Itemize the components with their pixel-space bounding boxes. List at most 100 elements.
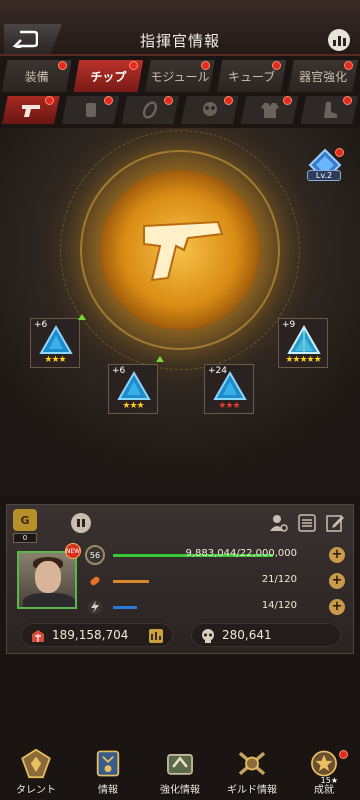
nav-enhance[interactable]: 強化情報 — [144, 748, 216, 800]
new-badge: NEW — [65, 543, 81, 559]
kills-box: 280,641 — [191, 623, 341, 647]
triangle-chip-icon — [117, 371, 151, 400]
tab-label: キューブ — [227, 69, 276, 84]
notification-dot — [44, 96, 54, 105]
tab-cube[interactable]: キューブ — [216, 60, 287, 92]
enhance-icon — [167, 754, 193, 775]
chip-slot-2[interactable]: +6 ★★★ — [108, 364, 158, 414]
boot-icon — [324, 102, 338, 118]
commander-portrait[interactable] — [17, 551, 77, 609]
stamina-row: 21/120 + — [87, 573, 349, 591]
tab-module[interactable]: モジュール — [145, 60, 215, 92]
nav-talent[interactable]: タレント — [0, 748, 72, 800]
notification-dot — [272, 61, 282, 70]
subtab-pistol[interactable] — [2, 96, 60, 124]
pyramid-chip-icon — [287, 325, 321, 354]
tab-label: 装備 — [24, 69, 49, 84]
notification-dot — [129, 61, 139, 70]
subtab-armor[interactable] — [240, 96, 299, 124]
list-icon[interactable] — [297, 513, 317, 533]
add-stamina-button[interactable]: + — [329, 573, 345, 589]
ammo-box-icon — [85, 103, 96, 117]
equipment-slot-tabs — [0, 96, 360, 126]
talent-icon — [21, 748, 51, 779]
notification-dot — [339, 750, 348, 759]
edit-icon[interactable] — [325, 513, 345, 533]
rank-icon[interactable]: G — [13, 509, 37, 531]
notification-dot — [335, 148, 344, 157]
add-exp-button[interactable]: + — [329, 547, 345, 563]
rank-count: 0 — [13, 533, 37, 543]
add-energy-button[interactable]: + — [329, 599, 345, 615]
nav-achievement[interactable]: 15★ 成就 — [288, 748, 360, 800]
tab-organ-enhance[interactable]: 器官強化 — [288, 60, 358, 92]
energy-value: 14/120 — [261, 600, 297, 611]
upgrade-arrow-icon — [156, 356, 164, 362]
notification-dot — [343, 96, 353, 105]
subtab-boots[interactable] — [300, 96, 359, 124]
subtab-gas-mask[interactable] — [181, 96, 239, 124]
commander-panel: G 0 NEW 56 9,883,044/22,000,000 + 21/120… — [6, 504, 354, 654]
tab-label: 器官強化 — [299, 69, 348, 84]
skull-icon — [202, 629, 214, 643]
subtab-rifle[interactable] — [121, 96, 180, 124]
power-value: 189,158,704 — [52, 628, 129, 642]
gas-mask-icon — [202, 102, 217, 116]
page-title: 指揮官情報 — [139, 32, 220, 50]
notification-dot — [343, 61, 353, 70]
star-rating: ★★★ — [44, 355, 66, 365]
kills-value: 280,641 — [222, 628, 272, 642]
achievement-icon — [311, 750, 337, 777]
header-bar: 指揮官情報 — [0, 0, 360, 56]
user-settings-icon[interactable] — [269, 513, 289, 533]
exp-row: 9,883,044/22,000,000 + — [87, 547, 349, 565]
pistol-icon — [143, 220, 224, 282]
notification-dot — [57, 61, 67, 70]
pistol-icon — [21, 105, 40, 117]
power-box: 189,158,704 — [21, 623, 173, 647]
rifle-icon — [143, 101, 158, 119]
notification-dot — [223, 96, 233, 105]
upgrade-arrow-icon — [78, 314, 86, 320]
guild-icon — [238, 751, 266, 776]
tab-equipment[interactable]: 装備 — [2, 60, 72, 92]
portrait-face — [35, 561, 61, 593]
power-info-icon[interactable] — [148, 628, 164, 644]
notification-dot — [164, 96, 174, 105]
chip-slot-1[interactable]: +6 ★★★ — [30, 318, 80, 368]
triangle-chip-icon — [213, 371, 247, 400]
energy-row: 14/120 + — [87, 599, 349, 617]
nav-label: ギルド情報 — [227, 785, 277, 796]
pause-icon[interactable] — [71, 513, 91, 533]
star-rating: ★★★★★ — [285, 355, 321, 365]
nav-label: 強化情報 — [160, 785, 200, 796]
notification-dot — [283, 96, 293, 105]
nav-info[interactable]: 情報 — [72, 748, 144, 800]
portrait-suit — [23, 593, 75, 607]
star-rating: ★★★ — [122, 401, 144, 411]
achievement-star-count: 15★ — [320, 776, 338, 785]
nav-label: 情報 — [98, 785, 118, 796]
notification-dot — [104, 96, 114, 105]
chip-slot-4[interactable]: +9 ★★★★★ — [278, 318, 328, 368]
info-medal-icon — [96, 750, 120, 777]
tab-chip[interactable]: チップ — [73, 60, 144, 92]
triangle-chip-icon — [39, 325, 73, 354]
tab-label: チップ — [90, 69, 127, 84]
subtab-ammo[interactable] — [61, 96, 120, 124]
star-rating: ★★★ — [218, 401, 240, 411]
power-crate-icon — [32, 630, 44, 642]
exp-value: 9,883,044/22,000,000 — [185, 548, 297, 559]
main-tabs: 装備 チップ モジュール キューブ 器官強化 — [0, 60, 360, 92]
notification-dot — [200, 61, 210, 70]
nav-label: タレント — [16, 785, 56, 796]
nav-guild[interactable]: ギルド情報 — [216, 748, 288, 800]
chip-slot-3[interactable]: +24 ★★★ — [204, 364, 254, 414]
stamina-value: 21/120 — [261, 574, 297, 585]
stamina-capsule-icon — [90, 576, 100, 586]
energy-bolt-icon — [88, 600, 102, 614]
stats-chart-icon[interactable] — [328, 29, 350, 51]
chip-stage: Lv.2 +6 ★★★ +6 ★★★ +24 ★★★ +9 ★★★★★ — [0, 128, 360, 498]
level-badge-text: Lv.2 — [307, 170, 341, 181]
tab-label: モジュール — [150, 69, 210, 84]
